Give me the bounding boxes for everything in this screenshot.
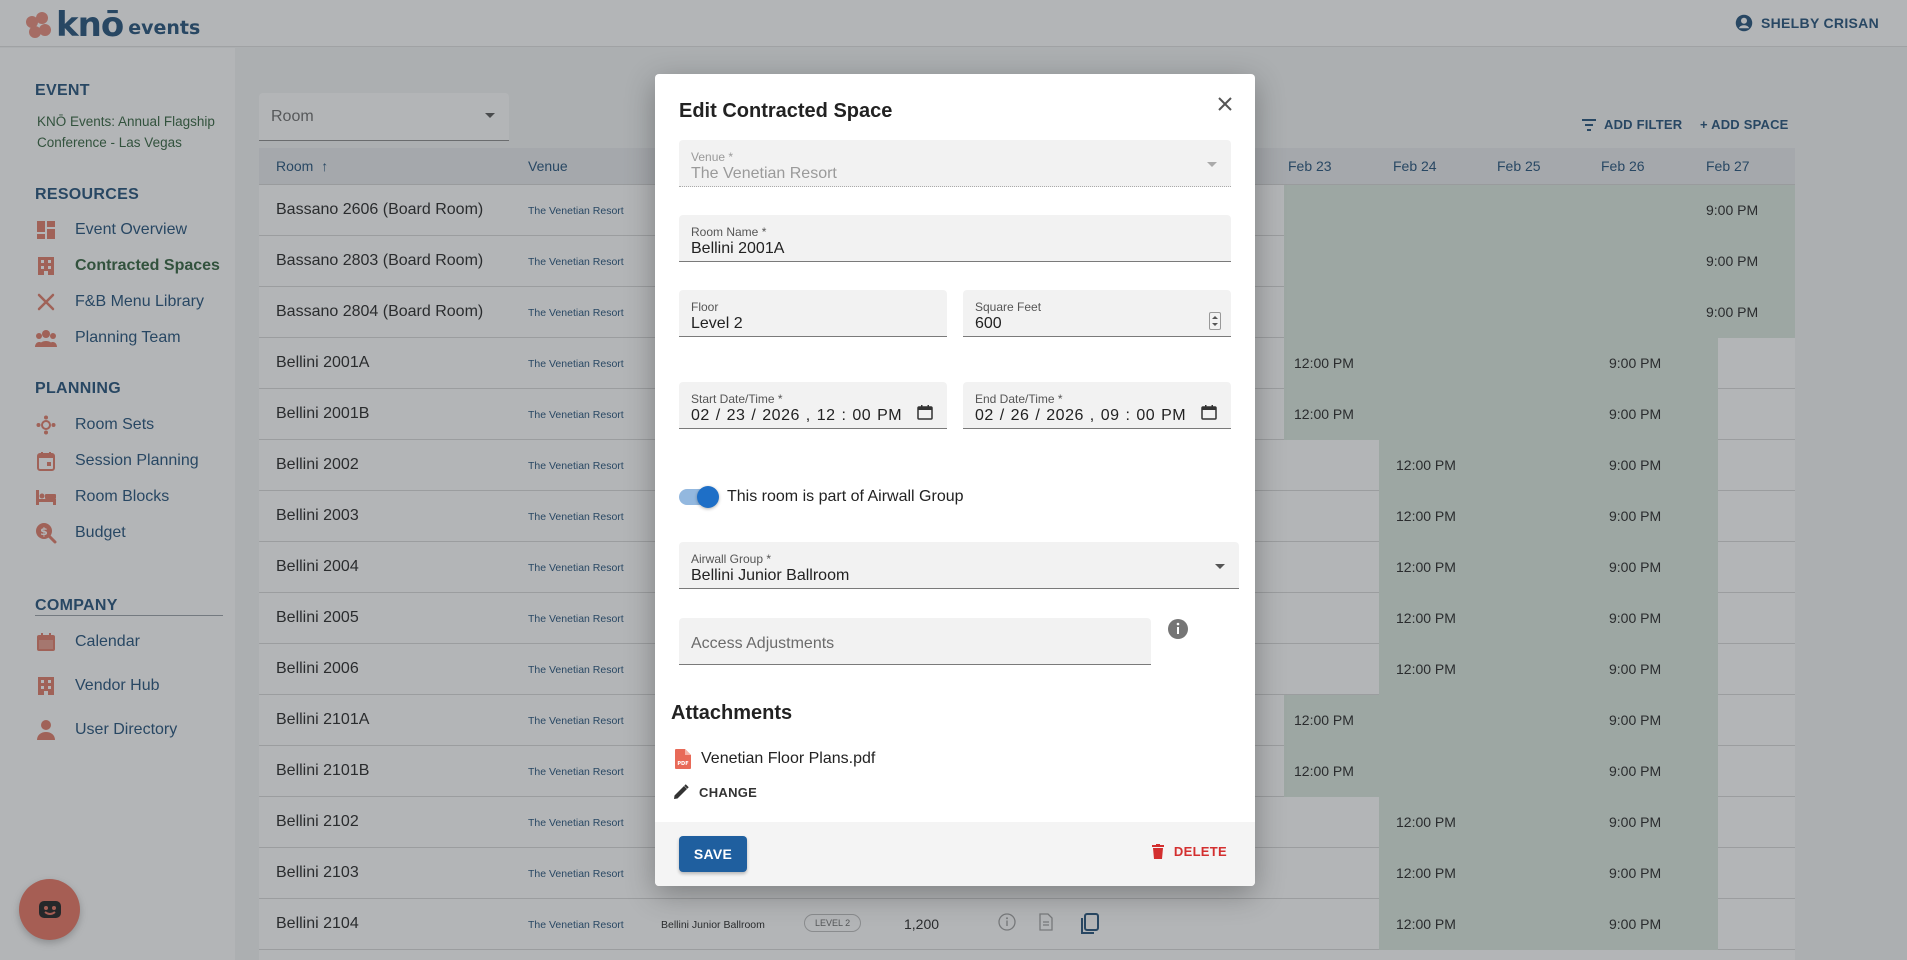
floor-value: Level 2 [691, 315, 743, 332]
pencil-icon [674, 784, 689, 799]
airwall-toggle-label: This room is part of Airwall Group [727, 488, 964, 505]
floor-field[interactable]: Floor Level 2 [679, 290, 947, 337]
dialog-title: Edit Contracted Space [679, 100, 893, 122]
svg-text:PDF: PDF [677, 761, 688, 767]
toggle-knob [697, 486, 719, 508]
square-feet-label: Square Feet [975, 300, 1042, 314]
room-name-label: Room Name * [691, 225, 767, 239]
change-attachment-button[interactable]: CHANGE [673, 784, 757, 800]
square-feet-value: 600 [975, 315, 1002, 332]
dialog-footer: SAVE DELETE [655, 822, 1255, 886]
calendar-icon[interactable] [1201, 404, 1217, 420]
trash-icon [1151, 844, 1164, 859]
floor-label: Floor [691, 300, 719, 314]
calendar-icon[interactable] [917, 404, 933, 420]
venue-value: The Venetian Resort [691, 165, 837, 182]
chevron-down-icon [1207, 162, 1217, 167]
access-adjustments-field[interactable]: Access Adjustments [679, 618, 1151, 665]
square-feet-field[interactable]: Square Feet 600 [963, 290, 1231, 337]
airwall-group-value: Bellini Junior Ballroom [691, 567, 850, 584]
room-name-field[interactable]: Room Name * Bellini 2001A [679, 215, 1231, 262]
airwall-group-label: Airwall Group * [691, 552, 772, 566]
number-stepper-icon[interactable] [1209, 312, 1221, 330]
attachments-title: Attachments [671, 702, 793, 724]
end-datetime-field[interactable]: End Date/Time * 02 / 26 / 2026 , 09 : 00… [963, 382, 1231, 429]
start-datetime-field[interactable]: Start Date/Time * 02 / 23 / 2026 , 12 : … [679, 382, 947, 429]
change-label: CHANGE [699, 784, 758, 800]
airwall-group-select[interactable]: Airwall Group * Bellini Junior Ballroom [679, 542, 1239, 589]
info-icon[interactable] [1167, 618, 1189, 640]
edit-contracted-space-dialog: Edit Contracted Space Venue * The Veneti… [655, 74, 1255, 886]
delete-button[interactable]: DELETE [1151, 844, 1227, 859]
attachment-file-link[interactable]: PDF Venetian Floor Plans.pdf [675, 749, 875, 769]
delete-label: DELETE [1173, 844, 1227, 859]
start-datetime-value: 02 / 23 / 2026 , 12 : 00 PM [691, 407, 903, 424]
access-adjustments-placeholder: Access Adjustments [691, 635, 835, 652]
attachment-file-name: Venetian Floor Plans.pdf [701, 750, 876, 767]
venue-select: Venue * The Venetian Resort [679, 140, 1231, 187]
room-name-value: Bellini 2001A [691, 240, 785, 257]
start-datetime-label: Start Date/Time * [691, 392, 783, 406]
close-dialog-button[interactable] [1213, 92, 1237, 116]
end-datetime-label: End Date/Time * [975, 392, 1063, 406]
save-button[interactable]: SAVE [679, 836, 747, 872]
chevron-down-icon [1215, 564, 1225, 569]
end-datetime-value: 02 / 26 / 2026 , 09 : 00 PM [975, 407, 1187, 424]
venue-label: Venue * [691, 150, 734, 164]
pdf-file-icon: PDF [675, 749, 691, 769]
close-icon [1218, 97, 1232, 111]
airwall-group-toggle[interactable] [679, 486, 719, 508]
